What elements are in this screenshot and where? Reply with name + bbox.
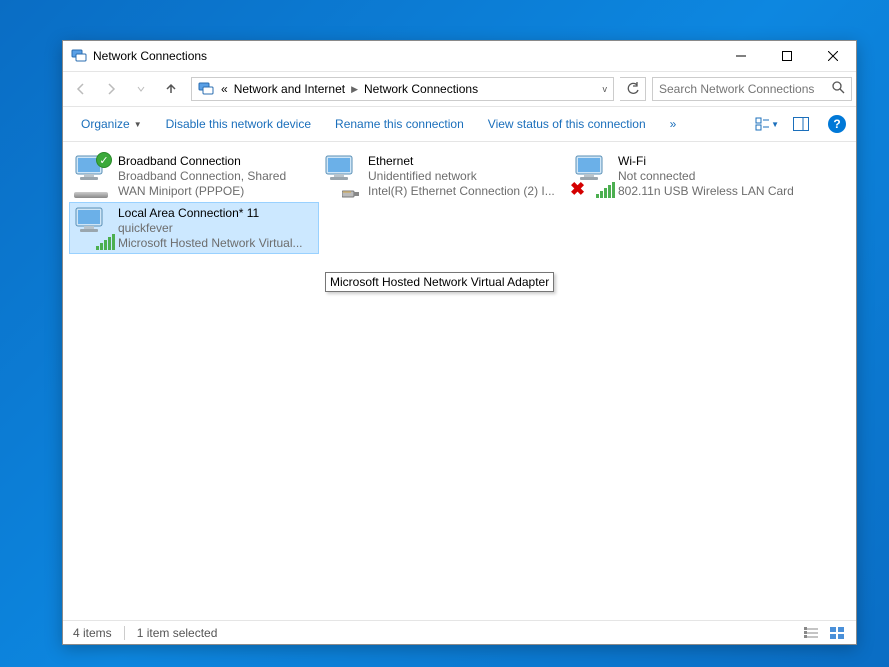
organize-menu[interactable]: Organize▼ (73, 113, 150, 135)
breadcrumb-item[interactable]: Network and Internet (231, 82, 348, 96)
connection-status: Broadband Connection, Shared (118, 169, 314, 184)
tooltip: Microsoft Hosted Network Virtual Adapter (325, 272, 554, 292)
connection-device: Intel(R) Ethernet Connection (2) I... (368, 184, 564, 199)
connection-item[interactable]: Local Area Connection* 11quickfeverMicro… (69, 202, 319, 254)
breadcrumb-prefix[interactable]: « (218, 82, 231, 96)
connection-icon: ✖ (574, 154, 614, 198)
connection-icon: ✓ (74, 154, 114, 198)
details-view-button[interactable] (802, 625, 820, 641)
address-bar[interactable]: « Network and Internet ▶ Network Connect… (191, 77, 614, 101)
search-box[interactable] (652, 77, 852, 101)
search-icon[interactable] (831, 80, 845, 99)
search-input[interactable] (659, 82, 831, 96)
window-controls (718, 41, 856, 71)
command-bar: Organize▼ Disable this network device Re… (63, 107, 856, 142)
overflow-button[interactable]: » (662, 113, 685, 135)
connection-device: Microsoft Hosted Network Virtual... (118, 236, 314, 251)
connection-device: WAN Miniport (PPPOE) (118, 184, 314, 199)
connection-device: 802.11n USB Wireless LAN Card (618, 184, 814, 199)
connection-status: Not connected (618, 169, 814, 184)
connection-item[interactable]: EthernetUnidentified networkIntel(R) Eth… (319, 150, 569, 202)
help-button[interactable]: ? (828, 115, 846, 133)
chevron-down-icon: ▼ (771, 120, 779, 129)
x-overlay-icon: ✖ (570, 179, 585, 200)
close-button[interactable] (810, 41, 856, 71)
connections-list: ✓ Broadband ConnectionBroadband Connectio… (69, 150, 850, 254)
connection-name: Broadband Connection (118, 154, 314, 169)
large-icons-view-button[interactable] (828, 625, 846, 641)
titlebar[interactable]: Network Connections (63, 41, 856, 71)
connection-name: Wi-Fi (618, 154, 814, 169)
refresh-button[interactable] (620, 77, 646, 101)
location-icon (198, 81, 214, 97)
item-count: 4 items (73, 626, 112, 640)
window-title: Network Connections (93, 49, 718, 63)
connection-icon (74, 206, 114, 250)
disable-device-button[interactable]: Disable this network device (158, 113, 319, 135)
explorer-window: Network Connections « Network and Intern… (62, 40, 857, 645)
maximize-button[interactable] (764, 41, 810, 71)
chevron-right-icon[interactable]: ▶ (348, 84, 361, 95)
rename-connection-button[interactable]: Rename this connection (327, 113, 472, 135)
connection-name: Ethernet (368, 154, 564, 169)
chevron-down-icon: ▼ (134, 120, 142, 129)
connection-icon (324, 154, 364, 198)
connection-status: Unidentified network (368, 169, 564, 184)
connection-name: Local Area Connection* 11 (118, 206, 314, 221)
view-options-button[interactable]: ▼ (754, 112, 780, 136)
preview-pane-button[interactable] (788, 112, 814, 136)
status-bar: 4 items 1 item selected (63, 620, 856, 644)
network-connections-icon (71, 48, 87, 64)
address-dropdown[interactable]: v (599, 84, 612, 94)
breadcrumb-item[interactable]: Network Connections (361, 82, 481, 96)
forward-button[interactable] (97, 75, 125, 103)
content-area[interactable]: ✓ Broadband ConnectionBroadband Connectio… (63, 142, 856, 620)
up-button[interactable] (157, 75, 185, 103)
back-button[interactable] (67, 75, 95, 103)
connection-item[interactable]: ✖ Wi-FiNot connected802.11n USB Wireless … (569, 150, 819, 202)
view-status-button[interactable]: View status of this connection (480, 113, 654, 135)
connection-item[interactable]: ✓ Broadband ConnectionBroadband Connectio… (69, 150, 319, 202)
checkmark-icon: ✓ (96, 152, 112, 168)
recent-dropdown[interactable] (127, 75, 155, 103)
minimize-button[interactable] (718, 41, 764, 71)
selected-count: 1 item selected (137, 626, 218, 640)
navigation-bar: « Network and Internet ▶ Network Connect… (63, 71, 856, 107)
connection-status: quickfever (118, 221, 314, 236)
